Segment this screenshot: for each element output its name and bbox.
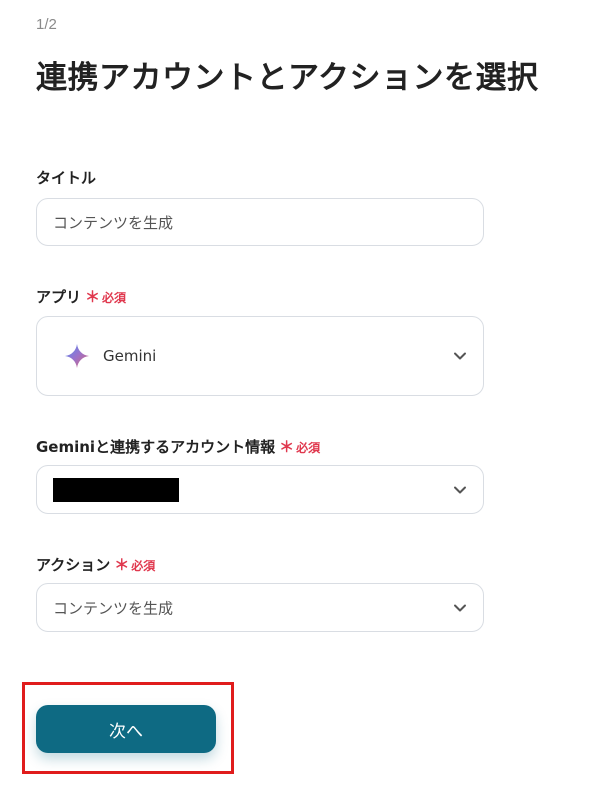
- app-label-text: アプリ: [36, 288, 82, 306]
- app-name: Gemini: [103, 347, 157, 365]
- account-label: Geminiと連携するアカウント情報 ＊ 必須: [36, 436, 320, 457]
- title-field[interactable]: [36, 198, 484, 246]
- chevron-down-icon: [454, 486, 466, 493]
- required-badge: ＊ 必須: [114, 554, 155, 575]
- required-badge: ＊ 必須: [85, 286, 126, 307]
- action-value: コンテンツを生成: [53, 599, 174, 617]
- redacted-account-value: [53, 478, 179, 502]
- required-asterisk: ＊: [279, 438, 295, 456]
- action-select[interactable]: コンテンツを生成: [36, 583, 484, 632]
- account-label-text: Geminiと連携するアカウント情報: [36, 438, 276, 456]
- required-text: 必須: [296, 441, 321, 455]
- chevron-down-icon: [454, 352, 466, 360]
- title-label-text: タイトル: [36, 169, 97, 187]
- account-select[interactable]: [36, 465, 484, 514]
- required-asterisk: ＊: [85, 288, 101, 306]
- required-asterisk: ＊: [114, 556, 130, 574]
- action-label: アクション ＊ 必須: [36, 554, 155, 575]
- app-select[interactable]: Gemini: [36, 316, 484, 396]
- required-text: 必須: [102, 291, 127, 305]
- chevron-down-icon: [454, 604, 466, 611]
- app-label: アプリ ＊ 必須: [36, 286, 126, 307]
- gemini-sparkle-icon: [65, 344, 89, 368]
- title-label: タイトル: [36, 167, 96, 188]
- step-indicator: 1/2: [36, 16, 57, 33]
- required-badge: ＊ 必須: [279, 436, 320, 457]
- next-button[interactable]: 次へ: [36, 705, 216, 753]
- required-text: 必須: [131, 559, 156, 573]
- title-input[interactable]: [37, 199, 483, 245]
- page-title: 連携アカウントとアクションを選択: [36, 60, 539, 96]
- action-label-text: アクション: [36, 556, 111, 574]
